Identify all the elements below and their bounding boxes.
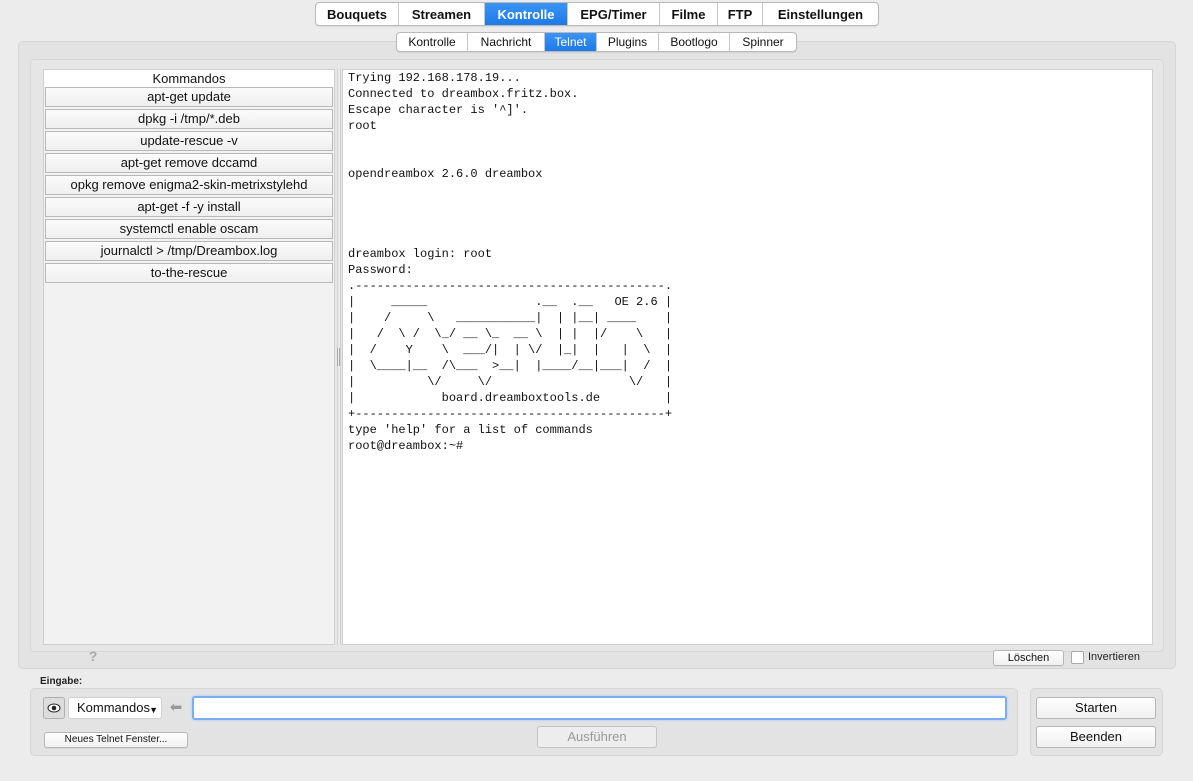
invert-checkbox[interactable] xyxy=(1071,651,1084,664)
command-button[interactable]: systemctl enable oscam xyxy=(45,219,333,239)
execute-button[interactable]: Ausführen xyxy=(537,726,657,748)
tab-bouquets[interactable]: Bouquets xyxy=(316,3,399,25)
command-list: Kommandos apt-get update dpkg -i /tmp/*.… xyxy=(43,69,335,645)
start-button[interactable]: Starten xyxy=(1036,697,1156,719)
input-section-label: Eingabe: xyxy=(40,676,83,687)
command-input[interactable] xyxy=(192,696,1007,720)
sub-tab-bar: Kontrolle Nachricht Telnet Plugins Bootl… xyxy=(396,32,797,52)
eye-icon-graphic xyxy=(47,703,61,713)
tab-streamen[interactable]: Streamen xyxy=(399,3,485,25)
split-grip-icon[interactable] xyxy=(337,348,340,366)
stop-button[interactable]: Beenden xyxy=(1036,726,1156,748)
back-arrow-icon[interactable]: ⬅ xyxy=(166,697,186,719)
subtab-nachricht[interactable]: Nachricht xyxy=(468,33,545,51)
chevron-down-icon: ▼ xyxy=(149,705,158,715)
tab-einstellungen[interactable]: Einstellungen xyxy=(763,3,878,25)
terminal-output[interactable]: Trying 192.168.178.19... Connected to dr… xyxy=(342,69,1153,645)
command-list-header: Kommandos xyxy=(44,70,334,87)
tab-ftp[interactable]: FTP xyxy=(718,3,763,25)
tab-epg-timer[interactable]: EPG/Timer xyxy=(568,3,660,25)
command-button[interactable]: to-the-rescue xyxy=(45,263,333,283)
command-source-value: Kommandos xyxy=(77,700,150,715)
new-telnet-window-button[interactable]: Neues Telnet Fenster... xyxy=(44,732,188,748)
command-button[interactable]: apt-get remove dccamd xyxy=(45,153,333,173)
subtab-telnet[interactable]: Telnet xyxy=(545,33,597,51)
subtab-spinner[interactable]: Spinner xyxy=(730,33,796,51)
command-button[interactable]: apt-get -f -y install xyxy=(45,197,333,217)
subtab-plugins[interactable]: Plugins xyxy=(597,33,659,51)
command-button[interactable]: journalctl > /tmp/Dreambox.log xyxy=(45,241,333,261)
tab-kontrolle[interactable]: Kontrolle xyxy=(485,3,568,25)
command-button[interactable]: dpkg -i /tmp/*.deb xyxy=(45,109,333,129)
tab-filme[interactable]: Filme xyxy=(660,3,718,25)
eye-icon[interactable] xyxy=(43,697,65,719)
command-source-select[interactable]: Kommandos ▼ xyxy=(68,697,162,719)
command-button[interactable]: opkg remove enigma2-skin-metrixstylehd xyxy=(45,175,333,195)
command-button[interactable]: update-rescue -v xyxy=(45,131,333,151)
help-icon[interactable]: ? xyxy=(86,648,100,666)
subtab-kontrolle[interactable]: Kontrolle xyxy=(397,33,468,51)
command-button[interactable]: apt-get update xyxy=(45,87,333,107)
terminal-text: Trying 192.168.178.19... Connected to dr… xyxy=(348,71,673,453)
subtab-bootlogo[interactable]: Bootlogo xyxy=(659,33,730,51)
clear-button[interactable]: Löschen xyxy=(993,650,1064,666)
main-tab-bar: Bouquets Streamen Kontrolle EPG/Timer Fi… xyxy=(315,2,879,26)
invert-label: Invertieren xyxy=(1088,651,1140,663)
